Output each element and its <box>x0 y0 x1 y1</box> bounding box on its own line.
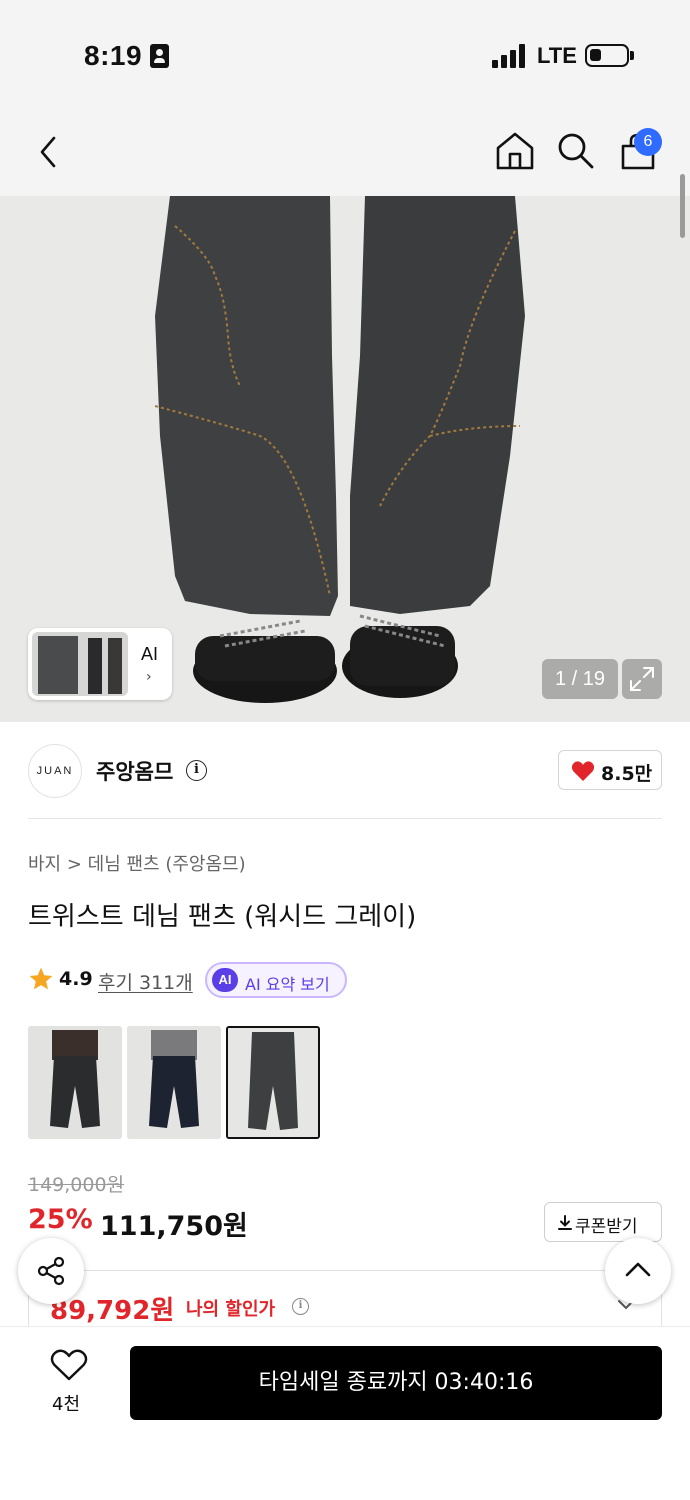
share-button[interactable] <box>18 1238 84 1304</box>
battery-tip <box>630 51 634 60</box>
my-discount-label: 나의 할인가 <box>186 1299 276 1320</box>
discount-rate: 25% <box>28 1204 93 1235</box>
signal-icon <box>492 44 526 68</box>
rating-score: 4.9 <box>59 968 93 990</box>
sale-price: 111,750원 <box>100 1211 248 1242</box>
share-icon <box>37 1256 65 1286</box>
chevron-up-icon <box>625 1262 651 1277</box>
color-option-washed-gray[interactable] <box>226 1026 320 1139</box>
download-icon <box>558 1215 572 1230</box>
image-counter: 1 / 19 <box>542 659 618 699</box>
back-icon[interactable] <box>36 134 62 170</box>
coupon-button[interactable]: 쿠폰받기 <box>544 1202 662 1242</box>
scrollbar[interactable] <box>680 174 685 238</box>
chevron-right-icon: › <box>146 669 152 685</box>
home-icon[interactable] <box>494 130 536 172</box>
brand-like-button[interactable]: 8.5만 <box>558 750 662 790</box>
status-bar: 8:19 LTE <box>0 0 690 110</box>
review-count-link[interactable]: 후기 311개 <box>98 968 193 995</box>
heart-filled-icon <box>571 761 595 781</box>
ai-lookbook-label: AI <box>141 644 159 664</box>
scroll-top-button[interactable] <box>605 1238 671 1304</box>
ai-summary-button[interactable]: AI AI 요약 보기 <box>205 962 347 998</box>
divider <box>28 818 662 819</box>
wishlist-count: 4천 <box>52 1394 81 1415</box>
brand-name[interactable]: 주앙옴므 <box>96 756 173 786</box>
info-icon[interactable]: i <box>186 760 207 781</box>
original-price: 149,000원 <box>28 1174 125 1196</box>
coupon-label: 쿠폰받기 <box>575 1217 638 1237</box>
ai-badge-icon: AI <box>212 968 238 992</box>
search-icon[interactable] <box>556 131 596 171</box>
star-icon <box>29 967 53 990</box>
brand-like-count: 8.5만 <box>601 763 653 785</box>
network-label: LTE <box>537 43 577 68</box>
status-time: 8:19 <box>84 40 143 71</box>
ai-summary-label: AI 요약 보기 <box>245 975 330 994</box>
heart-outline-icon[interactable] <box>50 1348 88 1382</box>
battery-icon <box>585 44 629 67</box>
cart-count-badge: 6 <box>634 128 662 156</box>
info-icon[interactable]: i <box>292 1298 309 1315</box>
color-option-black[interactable] <box>28 1026 122 1139</box>
product-title: 트위스트 데님 팬츠 (워시드 그레이) <box>28 902 417 932</box>
brand-logo[interactable]: JUAN <box>28 744 82 798</box>
lookbook-thumbnail <box>32 632 128 696</box>
breadcrumb[interactable]: 바지 > 데님 팬츠 (주앙옴므) <box>28 850 246 876</box>
expand-icon[interactable] <box>622 659 662 699</box>
color-option-navy[interactable] <box>127 1026 221 1139</box>
id-card-icon <box>150 44 169 68</box>
time-sale-purchase-button[interactable]: 타임세일 종료까지 03:40:16 <box>130 1346 662 1420</box>
